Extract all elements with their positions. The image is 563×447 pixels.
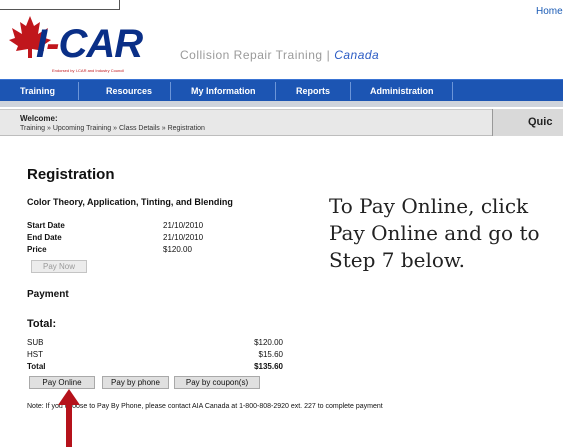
payment-heading: Payment <box>27 289 69 300</box>
nav-separator <box>350 82 351 100</box>
hst-label: HST <box>27 350 43 359</box>
pay-now-button[interactable]: Pay Now <box>31 260 87 273</box>
start-date-label: Start Date <box>27 221 65 230</box>
price-value: $120.00 <box>163 245 192 254</box>
subtotal-value: $120.00 <box>254 338 283 347</box>
total-value: $135.60 <box>254 362 283 371</box>
page-title: Registration <box>27 166 115 183</box>
arrow-up-icon <box>58 389 80 447</box>
header-tagline: Collision Repair Training | Canada <box>180 48 380 62</box>
end-date-label: End Date <box>27 233 62 242</box>
quick-links-box[interactable]: Quic <box>492 109 563 136</box>
nav-separator <box>78 82 79 100</box>
nav-training[interactable]: Training <box>20 80 55 102</box>
total-label: Total <box>27 362 46 371</box>
home-link[interactable]: Home <box>536 6 563 17</box>
nav-separator <box>452 82 453 100</box>
welcome-bar: Welcome: Training » Upcoming Training » … <box>0 109 563 136</box>
nav-resources[interactable]: Resources <box>106 80 152 102</box>
main-navbar: Training Resources My Information Report… <box>0 79 563 101</box>
logo-tagline: Endorsed by I-CAR and Industry Council <box>52 68 125 73</box>
subtotal-label: SUB <box>27 338 44 347</box>
icar-logo[interactable]: I-CAR Endorsed by I-CAR and Industry Cou… <box>6 14 176 76</box>
nav-administration[interactable]: Administration <box>370 80 434 102</box>
hst-value: $15.60 <box>258 350 283 359</box>
payment-note: Note: If you choose to Pay By Phone, ple… <box>27 403 383 410</box>
top-border-line <box>0 0 120 10</box>
class-name: Color Theory, Application, Tinting, and … <box>27 197 233 207</box>
nav-separator <box>275 82 276 100</box>
logo-wordmark: I-CAR <box>36 22 143 66</box>
nav-separator <box>170 82 171 100</box>
nav-underline-strip <box>0 101 563 107</box>
welcome-label: Welcome: <box>20 114 58 123</box>
end-date-value: 21/10/2010 <box>163 233 204 242</box>
pay-online-button[interactable]: Pay Online <box>29 376 95 389</box>
total-heading: Total: <box>27 318 57 330</box>
pay-by-coupon-button[interactable]: Pay by coupon(s) <box>174 376 260 389</box>
nav-reports[interactable]: Reports <box>296 80 330 102</box>
start-date-value: 21/10/2010 <box>163 221 204 230</box>
instruction-callout: To Pay Online, click Pay Online and go t… <box>329 194 540 272</box>
quick-links-label: Quic <box>528 116 553 128</box>
price-label: Price <box>27 245 47 254</box>
breadcrumb[interactable]: Training » Upcoming Training » Class Det… <box>20 125 205 132</box>
pay-by-phone-button[interactable]: Pay by phone <box>102 376 169 389</box>
nav-my-information[interactable]: My Information <box>191 80 256 102</box>
